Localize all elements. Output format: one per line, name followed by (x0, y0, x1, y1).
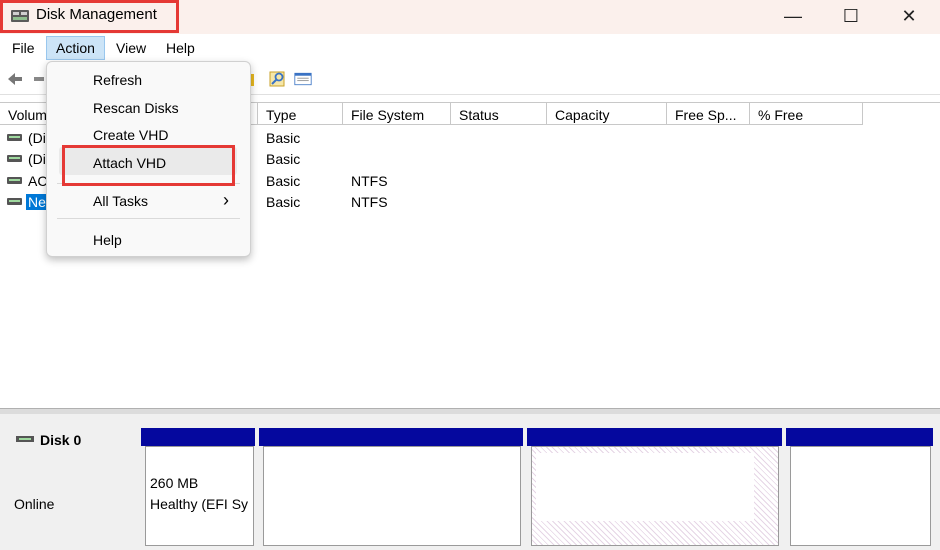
partition-3[interactable] (531, 446, 779, 546)
close-button[interactable]: ✕ (886, 0, 932, 32)
title-bar: Disk Management — ☐ ✕ (0, 0, 940, 34)
partition-bar (786, 428, 933, 446)
volume-file-system: NTFS (351, 194, 388, 210)
disk-map: Disk 0 Online 260 MB Healthy (EFI Sy (0, 414, 940, 550)
partition-efi[interactable]: 260 MB Healthy (EFI Sy (145, 446, 254, 546)
menu-separator (57, 218, 240, 219)
volume-name-selected[interactable]: Ne (26, 194, 48, 210)
partition-2[interactable] (263, 446, 521, 546)
column-type[interactable]: Type (258, 103, 343, 125)
volume-file-system: NTFS (351, 173, 388, 189)
partition-size: 260 MB (150, 475, 199, 491)
partition-bar (259, 428, 523, 446)
partition-status: Healthy (EFI Sy (150, 496, 249, 512)
volume-name[interactable]: (Di (28, 130, 46, 146)
minimize-button[interactable]: — (770, 0, 816, 32)
column-capacity[interactable]: Capacity (547, 103, 667, 125)
menu-item-create-vhd[interactable]: Create VHD (93, 127, 168, 143)
volume-type: Basic (266, 173, 301, 189)
partition-bar (141, 428, 255, 446)
volume-type: Basic (266, 194, 301, 210)
menu-item-rescan-disks[interactable]: Rescan Disks (93, 100, 179, 116)
disk-label-panel[interactable]: Disk 0 Online (4, 424, 138, 550)
partition-4[interactable] (790, 446, 931, 546)
menu-item-refresh[interactable]: Refresh (93, 72, 142, 88)
menu-view[interactable]: View (116, 40, 146, 56)
column-percent-free[interactable]: % Free (750, 103, 863, 125)
volume-name[interactable]: (Di (28, 151, 46, 167)
maximize-button[interactable]: ☐ (828, 0, 874, 32)
properties-icon[interactable] (294, 70, 312, 88)
menu-item-all-tasks[interactable]: All Tasks (93, 193, 148, 209)
back-arrow-icon[interactable] (6, 70, 24, 88)
disk-status: Online (14, 496, 55, 512)
volume-type: Basic (266, 130, 301, 146)
menu-action[interactable]: Action (46, 36, 105, 60)
menu-help[interactable]: Help (166, 40, 195, 56)
volume-icon (7, 134, 22, 141)
disk-icon (16, 436, 34, 442)
menu-file[interactable]: File (12, 40, 35, 56)
column-free-space[interactable]: Free Sp... (667, 103, 750, 125)
title-highlight-box (0, 0, 179, 33)
column-status[interactable]: Status (451, 103, 547, 125)
volume-icon (7, 155, 22, 162)
partition-bar (527, 428, 782, 446)
volume-type: Basic (266, 151, 301, 167)
disk-name: Disk 0 (40, 432, 82, 448)
menu-bar: File Action View Help (0, 36, 940, 62)
submenu-arrow-icon: › (223, 190, 229, 210)
volume-name[interactable]: AC (28, 173, 47, 189)
menu-item-help[interactable]: Help (93, 232, 122, 248)
search-icon[interactable] (268, 70, 286, 88)
attach-vhd-highlight-box (62, 145, 235, 186)
volume-icon (7, 198, 22, 205)
volume-icon (7, 177, 22, 184)
column-file-system[interactable]: File System (343, 103, 451, 125)
